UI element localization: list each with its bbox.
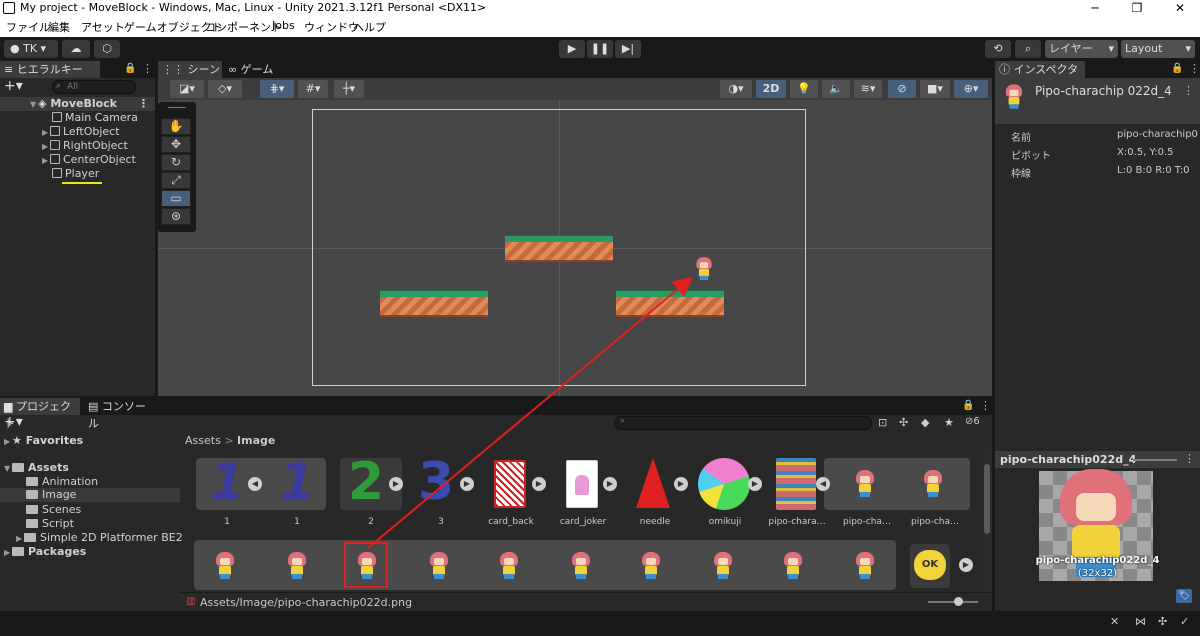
progress-icon[interactable]: ⋈ <box>1135 615 1146 628</box>
status-bar: ✕ ⋈ ✣ ✓ <box>0 611 1200 636</box>
settings-icon[interactable]: ✣ <box>1158 615 1167 628</box>
check-icon[interactable]: ✓ <box>1180 615 1189 628</box>
bug-icon[interactable]: ✕ <box>1110 615 1119 628</box>
drag-annotation-arrow <box>367 276 694 549</box>
